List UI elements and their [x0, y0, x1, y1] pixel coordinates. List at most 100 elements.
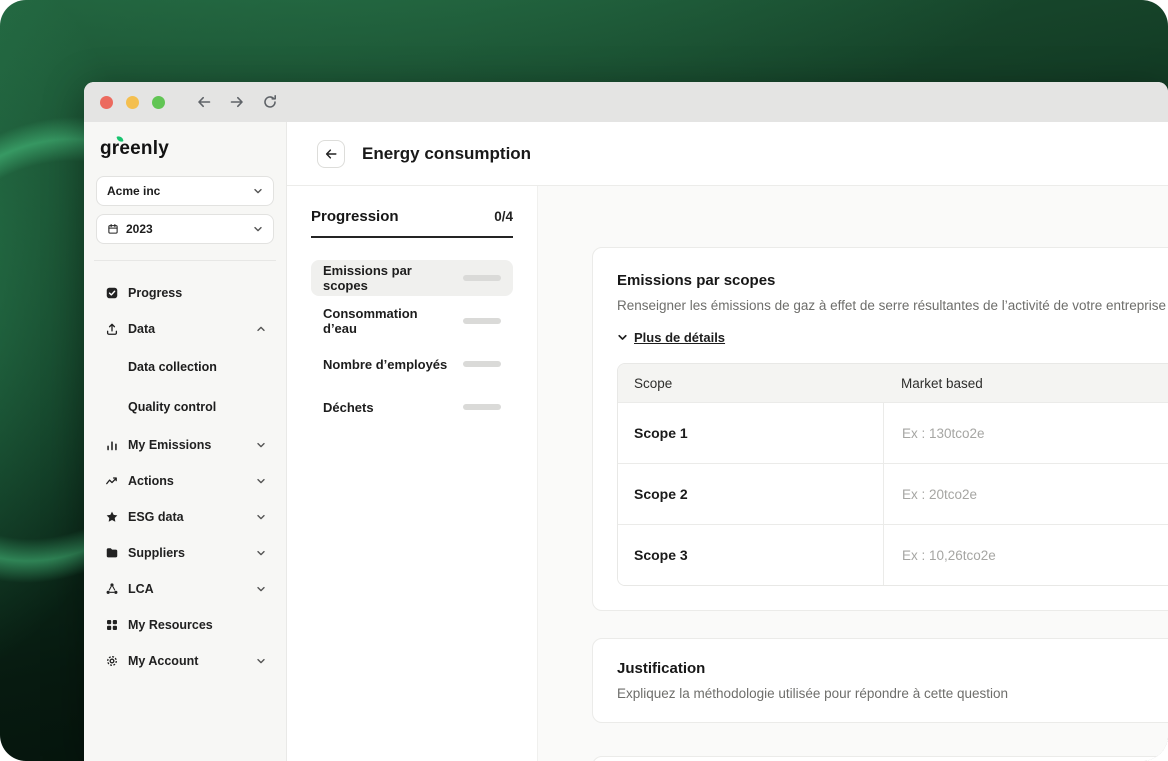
progression-item-dechets[interactable]: Déchets [311, 389, 513, 425]
greenly-logo: greenly [100, 135, 272, 160]
year-selector[interactable]: 2023 [96, 214, 274, 244]
folder-icon [104, 546, 119, 561]
chevron-down-icon [256, 476, 266, 486]
sidebar-item-progress[interactable]: Progress [96, 275, 274, 311]
table-row-scope-3: Scope 3 [618, 524, 1168, 585]
column-header-market-based: Market based [901, 375, 983, 391]
calendar-icon [107, 223, 119, 235]
sidebar-item-data-collection[interactable]: Data collection [96, 347, 274, 387]
progression-item-label: Déchets [323, 399, 374, 415]
company-selector[interactable]: Acme inc [96, 176, 274, 206]
page-title: Energy consumption [362, 143, 532, 163]
progress-bar [463, 361, 501, 367]
details-toggle[interactable]: Plus de détails [617, 330, 725, 345]
gear-icon [104, 654, 119, 669]
grid-icon [104, 618, 119, 633]
scope-3-input[interactable] [902, 547, 1168, 563]
progression-list: Emissions par scopes Consommation d’eau … [311, 260, 513, 425]
progression-panel: Progression 0/4 Emissions par scopes Con… [287, 186, 538, 761]
company-selector-value: Acme inc [107, 184, 161, 198]
emissions-card-title: Emissions par scopes [617, 272, 776, 289]
sidebar-item-label: Quality control [128, 400, 217, 414]
traffic-lights [100, 95, 165, 109]
progression-item-emissions-par-scopes[interactable]: Emissions par scopes [311, 260, 513, 296]
scope-3-cell [883, 525, 1168, 585]
progression-item-label: Emissions par scopes [323, 263, 412, 293]
chevron-down-icon [256, 548, 266, 558]
justification-card-description: Expliquez la méthodologie utilisée pour … [617, 686, 1009, 701]
sidebar-item-esg-data[interactable]: ESG data [96, 499, 274, 535]
progression-item-nombre-employes[interactable]: Nombre d’employés [311, 346, 513, 382]
sidebar-item-label: LCA [128, 582, 154, 596]
main-area: Energy consumption Progression 0/4 Emiss… [287, 122, 1168, 761]
sidebar-item-my-emissions[interactable]: My Emissions [96, 427, 274, 463]
scope-1-input[interactable] [902, 425, 1168, 441]
scope-1-label: Scope 1 [634, 425, 688, 441]
scope-1-cell [883, 403, 1168, 463]
sidebar-item-label: Progress [128, 286, 183, 300]
checkbox-icon [104, 286, 119, 301]
details-toggle-label: Plus de détails [634, 330, 726, 345]
progression-item-label: Nombre d’employés [323, 356, 448, 372]
back-button[interactable] [317, 139, 345, 168]
sidebar-item-lca[interactable]: LCA [96, 571, 274, 607]
star-icon [104, 510, 119, 525]
progression-counter: 0/4 [494, 209, 513, 224]
sidebar-item-my-resources[interactable]: My Resources [96, 607, 274, 643]
sidebar-item-label: My Emissions [128, 438, 212, 452]
progression-item-label: Consommation d’eau [323, 306, 418, 336]
greenly-logo-text: greenly [100, 138, 169, 159]
sidebar-item-label: My Account [128, 654, 199, 668]
scope-3-label: Scope 3 [634, 547, 688, 563]
browser-window: greenly Acme inc 2023 Progress Data Data… [84, 82, 1168, 761]
chevron-down-icon [256, 440, 266, 450]
close-window-button[interactable] [100, 95, 113, 109]
emissions-card: Emissions par scopes Renseigner les émis… [592, 247, 1168, 611]
table-row-scope-1: Scope 1 [618, 402, 1168, 463]
upload-icon [104, 322, 119, 337]
emissions-card-description: Renseigner les émissions de gaz à effet … [617, 298, 1167, 313]
sidebar-item-label: Suppliers [128, 546, 185, 560]
sidebar-item-label: Actions [128, 474, 174, 488]
sidebar: greenly Acme inc 2023 Progress Data Data… [84, 122, 287, 761]
page-header: Energy consumption [287, 122, 1168, 186]
browser-forward-icon[interactable] [225, 90, 249, 114]
sidebar-divider [94, 260, 276, 261]
progression-title: Progression [311, 208, 399, 225]
sidebar-item-quality-control[interactable]: Quality control [96, 387, 274, 427]
sidebar-item-label: Data collection [128, 360, 217, 374]
molecule-icon [104, 582, 119, 597]
column-header-scope: Scope [634, 375, 673, 391]
progress-bar [463, 404, 501, 410]
maximize-window-button[interactable] [152, 95, 165, 109]
scope-2-input[interactable] [902, 486, 1168, 502]
chevron-down-icon [617, 332, 628, 343]
sidebar-item-data[interactable]: Data [96, 311, 274, 347]
browser-chrome [84, 82, 1168, 122]
sidebar-item-actions[interactable]: Actions [96, 463, 274, 499]
sidebar-item-label: Data [128, 322, 156, 336]
year-selector-value: 2023 [126, 222, 153, 236]
scope-2-label: Scope 2 [634, 486, 688, 502]
sidebar-item-label: ESG data [128, 510, 184, 524]
justification-card-title: Justification [617, 660, 706, 677]
arrow-left-icon [325, 148, 337, 159]
content-area: Emissions par scopes Renseigner les émis… [538, 186, 1168, 761]
scope-2-cell [883, 464, 1168, 524]
chevron-up-icon [256, 324, 266, 334]
sidebar-item-my-account[interactable]: My Account [96, 643, 274, 679]
bar-chart-icon [104, 438, 119, 453]
desktop-background: greenly Acme inc 2023 Progress Data Data… [0, 0, 1168, 761]
browser-reload-icon[interactable] [258, 90, 282, 114]
trend-icon [104, 474, 119, 489]
progression-item-consommation-eau[interactable]: Consommation d’eau [311, 303, 513, 339]
chevron-down-icon [256, 656, 266, 666]
browser-back-icon[interactable] [192, 90, 216, 114]
minimize-window-button[interactable] [126, 95, 139, 109]
progress-bar [463, 275, 501, 281]
sidebar-item-suppliers[interactable]: Suppliers [96, 535, 274, 571]
next-card-partial [592, 756, 1168, 761]
progress-bar [463, 318, 501, 324]
sidebar-item-label: My Resources [128, 618, 213, 632]
scopes-table-header: Scope Market based [618, 364, 1168, 402]
